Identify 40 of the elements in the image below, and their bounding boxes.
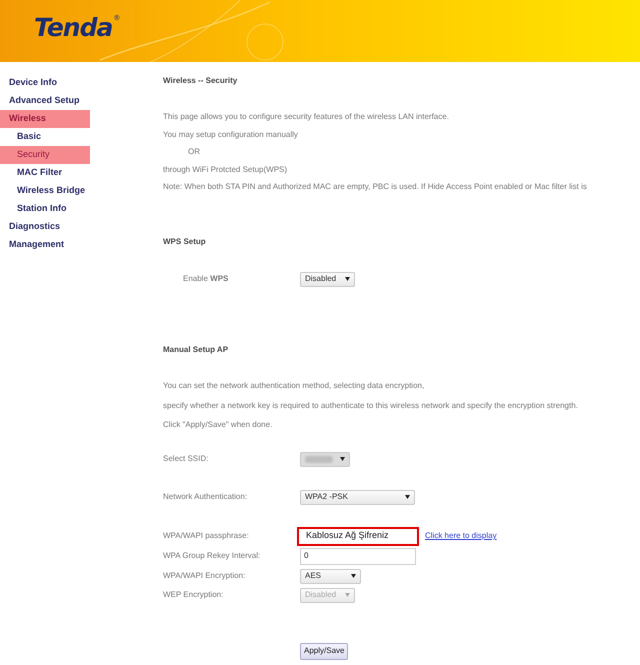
field-label: Network Authentication:	[163, 492, 248, 501]
field-label: Enable WPS	[183, 274, 228, 283]
field-label: WPA/WAPI passphrase:	[163, 531, 249, 540]
nav-subitem[interactable]: Wireless Bridge	[0, 182, 90, 200]
text-field[interactable]: 0	[300, 548, 416, 564]
field-label: Select SSID:	[163, 454, 208, 463]
nav-item[interactable]: Advanced Setup	[0, 92, 90, 110]
text-field[interactable]: Kablosuz Ağ Şifreniz	[297, 526, 419, 546]
nav-subitem[interactable]: Station Info	[0, 200, 90, 218]
intro-text: Note: When both STA PIN and Authorized MAC are empty, PBC is used. If Hide Access Point enabled or Mac filter list is	[163, 181, 587, 193]
description-text: specify whether a network key is required to authenticate to this wireless network and specify the encryption strength.	[163, 400, 578, 412]
caret-icon	[345, 593, 350, 597]
nav-subitem[interactable]: MAC Filter	[0, 164, 90, 182]
dropdown[interactable]	[300, 452, 350, 466]
apply-save-button[interactable]: Apply/Save	[300, 642, 348, 660]
section-heading: WPS Setup	[163, 236, 206, 248]
intro-text: This page allows you to configure security features of the wireless LAN interface.	[163, 111, 449, 123]
description-text: Click "Apply/Save" when done.	[163, 419, 272, 431]
page-title: Wireless -- Security	[163, 75, 238, 87]
nav-item[interactable]: Diagnostics	[0, 218, 90, 236]
section-heading: Manual Setup AP	[163, 344, 228, 356]
description-text: You can set the network authentication method, selecting data encryption,	[163, 380, 424, 392]
or-text: OR	[188, 146, 200, 158]
dropdown[interactable]: Disabled	[300, 272, 355, 286]
caret-icon	[345, 277, 350, 281]
redaction-blur	[305, 456, 333, 462]
caret-icon	[351, 574, 356, 578]
nav-subitem[interactable]: Basic	[0, 128, 90, 146]
dropdown[interactable]: WPA2 -PSK	[300, 490, 415, 504]
nav-item[interactable]: Management	[0, 236, 90, 254]
intro-text: You may setup configuration manually	[163, 128, 298, 141]
caret-icon	[340, 457, 345, 461]
intro-text: through WiFi Protcted Setup(WPS)	[163, 164, 288, 176]
field-label: WEP Encryption:	[163, 590, 224, 599]
nav-item[interactable]: Device Info	[0, 74, 90, 92]
caret-icon	[405, 495, 410, 499]
field-label: WPA/WAPI Encryption:	[163, 571, 246, 580]
display-link[interactable]: Click here to display	[425, 530, 497, 542]
field-label: WPA Group Rekey Interval:	[163, 551, 260, 560]
dropdown[interactable]: AES	[300, 568, 361, 584]
